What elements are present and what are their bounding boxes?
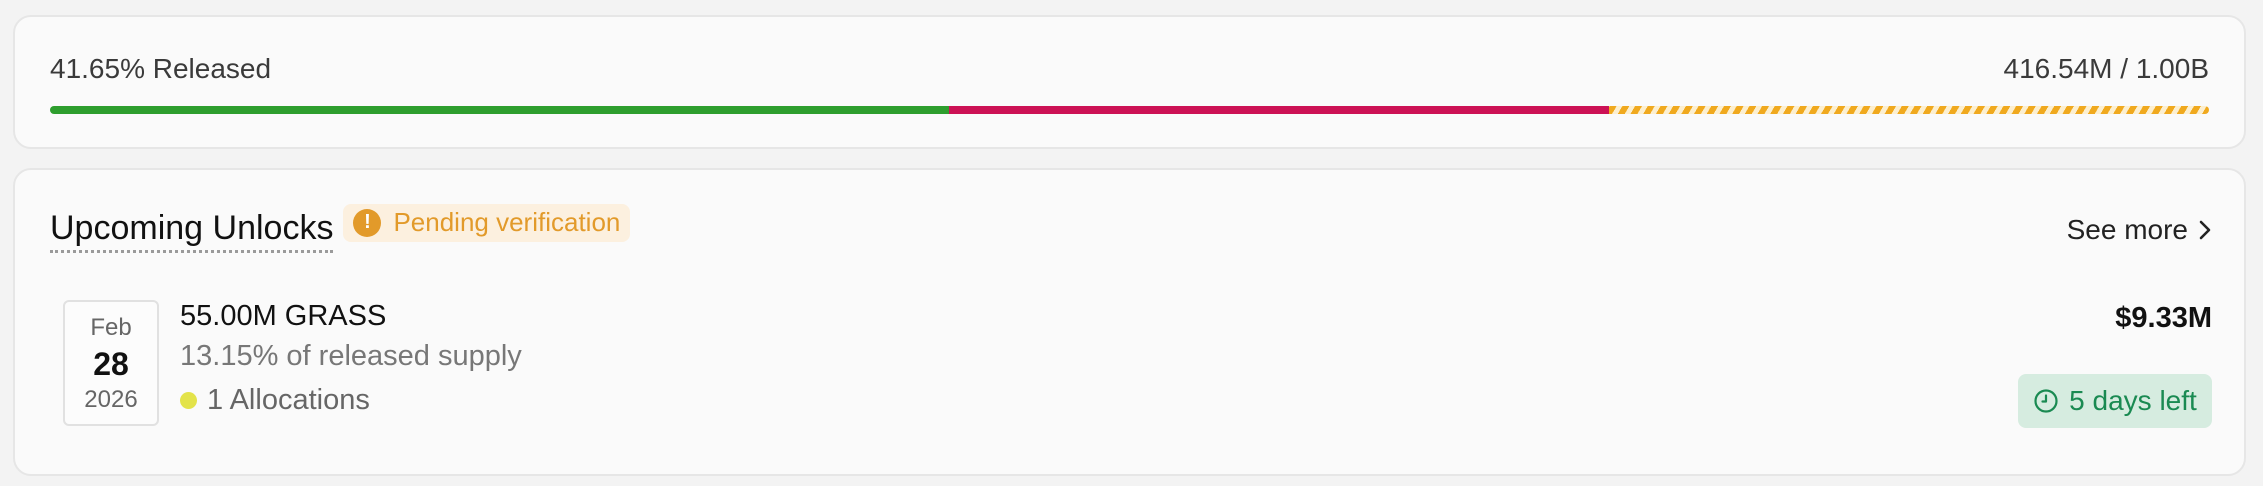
time-left-label: 5 days left bbox=[2069, 385, 2197, 416]
warning-icon: ! bbox=[353, 208, 382, 237]
released-segment bbox=[50, 106, 950, 114]
unlock-details: 55.00M GRASS 13.15% of released supply 1… bbox=[180, 298, 522, 422]
see-more-label: See more bbox=[2066, 214, 2188, 245]
upcoming-unlocks-card: Upcoming Unlocks ! Pending verification … bbox=[13, 168, 2246, 476]
date-year: 2026 bbox=[84, 386, 138, 413]
supply-total: 416.54M / 1.00B bbox=[2003, 53, 2209, 84]
released-percentage: 41.65% Released bbox=[50, 53, 272, 84]
clock-icon bbox=[2034, 389, 2058, 413]
section-title[interactable]: Upcoming Unlocks bbox=[50, 208, 334, 253]
allocations-row[interactable]: 1 Allocations bbox=[180, 378, 522, 422]
progress-header: 41.65% Released 416.54M / 1.00B bbox=[50, 53, 2209, 85]
allocation-color-dot bbox=[180, 391, 197, 409]
unlock-amount: 55.00M GRASS bbox=[180, 300, 387, 332]
unlock-value: $9.33M bbox=[2115, 302, 2212, 334]
unlock-date: Feb 28 2026 bbox=[63, 300, 159, 426]
upcoming-segment bbox=[949, 106, 1609, 114]
time-left-badge: 5 days left bbox=[2018, 374, 2212, 428]
pending-verification-badge: ! Pending verification bbox=[343, 203, 631, 242]
release-progress-bar bbox=[50, 106, 2209, 114]
date-month: Feb bbox=[90, 314, 132, 341]
unlocks-title-row: Upcoming Unlocks ! Pending verification bbox=[50, 203, 631, 253]
allocations-count: 1 Allocations bbox=[207, 384, 370, 416]
chevron-right-icon bbox=[2199, 220, 2211, 240]
pending-verification-label: Pending verification bbox=[393, 207, 621, 237]
locked-segment bbox=[1608, 106, 2209, 114]
date-day: 28 bbox=[93, 346, 129, 382]
see-more-link[interactable]: See more bbox=[2067, 214, 2212, 246]
release-progress-card: 41.65% Released 416.54M / 1.00B bbox=[13, 15, 2246, 149]
unlock-supply-percentage: 13.15% of released supply bbox=[180, 340, 522, 372]
